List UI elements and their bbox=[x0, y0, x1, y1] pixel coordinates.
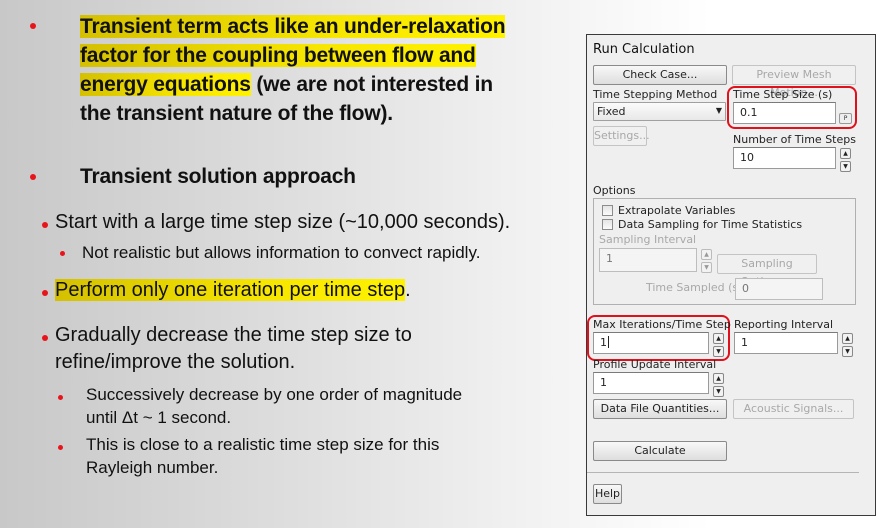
bullet-successively-decrease: Successively decrease by one order of ma… bbox=[86, 385, 463, 427]
parameter-button[interactable]: P bbox=[839, 113, 852, 124]
data-sampling-label: Data Sampling for Time Statistics bbox=[618, 218, 803, 231]
bullet-icon bbox=[60, 251, 65, 256]
bullet-icon bbox=[42, 222, 48, 228]
spin-up-icon: ▲ bbox=[701, 249, 712, 260]
time-stepping-method-label: Time Stepping Method bbox=[593, 88, 718, 101]
time-step-size-input[interactable]: 0.1 bbox=[733, 102, 836, 124]
reporting-interval-input[interactable]: 1 bbox=[734, 332, 838, 354]
bullet-icon bbox=[42, 335, 48, 341]
profile-update-interval-spinner[interactable]: ▲ ▼ bbox=[713, 373, 724, 399]
chevron-down-icon: ▼ bbox=[715, 106, 722, 115]
bullet-transient-term: Transient term acts like an under-relaxa… bbox=[80, 15, 506, 125]
data-file-quantities-button[interactable]: Data File Quantities... bbox=[593, 399, 727, 419]
sampling-interval-label: Sampling Interval bbox=[599, 233, 697, 246]
spin-up-icon[interactable]: ▲ bbox=[713, 373, 724, 384]
bullet-icon bbox=[58, 395, 63, 400]
spin-down-icon[interactable]: ▼ bbox=[713, 386, 724, 397]
spin-up-icon[interactable]: ▲ bbox=[840, 148, 851, 159]
calculate-button[interactable]: Calculate bbox=[593, 441, 727, 461]
options-group: Extrapolate Variables Data Sampling for … bbox=[593, 198, 856, 305]
check-case-button[interactable]: Check Case... bbox=[593, 65, 727, 85]
spin-up-icon[interactable]: ▲ bbox=[713, 333, 724, 344]
max-iterations-label: Max Iterations/Time Step bbox=[593, 318, 731, 331]
bullet-icon bbox=[30, 174, 36, 180]
bullet-not-realistic: Not realistic but allows information to … bbox=[82, 243, 481, 262]
bullet-one-iteration: Perform only one iteration per time step… bbox=[55, 279, 411, 301]
profile-update-interval-label: Profile Update Interval bbox=[593, 358, 717, 371]
time-step-size-label: Time Step Size (s) bbox=[733, 88, 833, 101]
options-label: Options bbox=[593, 184, 636, 197]
sampling-interval-spinner: ▲ ▼ bbox=[701, 249, 712, 275]
panel-title: Run Calculation bbox=[593, 42, 695, 57]
spin-down-icon[interactable]: ▼ bbox=[842, 346, 853, 357]
max-iterations-input[interactable]: 1 bbox=[593, 332, 709, 354]
time-stepping-method-value: Fixed bbox=[597, 105, 626, 118]
num-time-steps-input[interactable]: 10 bbox=[733, 147, 836, 169]
bullet-icon bbox=[42, 290, 48, 296]
sampling-interval-input: 1 bbox=[599, 248, 697, 272]
extrapolate-variables-label: Extrapolate Variables bbox=[618, 204, 736, 217]
time-stepping-method-dropdown[interactable]: Fixed ▼ bbox=[593, 102, 726, 121]
bullet-start-large-step: Start with a large time step size (~10,0… bbox=[55, 211, 511, 233]
reporting-interval-spinner[interactable]: ▲ ▼ bbox=[842, 333, 853, 359]
data-sampling-checkbox[interactable] bbox=[602, 219, 613, 230]
spin-down-icon[interactable]: ▼ bbox=[713, 346, 724, 357]
time-sampled-input: 0 bbox=[735, 278, 823, 300]
max-iterations-spinner[interactable]: ▲ ▼ bbox=[713, 333, 724, 359]
bullet-transient-approach: Transient solution approach bbox=[80, 165, 356, 188]
bullet-close-to-realistic: This is close to a realistic time step s… bbox=[86, 435, 440, 477]
panel-divider bbox=[587, 472, 859, 473]
preview-mesh-motion-button: Preview Mesh Motion... bbox=[732, 65, 856, 99]
bullet-icon bbox=[30, 23, 36, 29]
bullet-icon bbox=[58, 445, 63, 450]
spin-down-icon: ▼ bbox=[701, 262, 712, 273]
spin-up-icon[interactable]: ▲ bbox=[842, 333, 853, 344]
num-time-steps-label: Number of Time Steps bbox=[733, 133, 856, 146]
text-caret bbox=[608, 336, 609, 348]
time-sampled-label: Time Sampled (s) bbox=[646, 281, 743, 294]
sampling-options-button: Sampling Options... bbox=[717, 254, 817, 288]
spin-down-icon[interactable]: ▼ bbox=[840, 161, 851, 172]
reporting-interval-label: Reporting Interval bbox=[734, 318, 834, 331]
profile-update-interval-input[interactable]: 1 bbox=[593, 372, 709, 394]
run-calculation-panel: Run Calculation Check Case... Preview Me… bbox=[586, 34, 876, 516]
extrapolate-variables-checkbox[interactable] bbox=[602, 205, 613, 216]
num-time-steps-spinner[interactable]: ▲ ▼ bbox=[840, 148, 851, 174]
bullet-gradually-decrease: Gradually decrease the time step size to… bbox=[55, 324, 412, 373]
help-button[interactable]: Help bbox=[593, 484, 622, 504]
acoustic-signals-button: Acoustic Signals... bbox=[733, 399, 854, 419]
settings-button: Settings... bbox=[593, 126, 650, 146]
slide-text-area: Transient term acts like an under-relaxa… bbox=[0, 0, 580, 528]
